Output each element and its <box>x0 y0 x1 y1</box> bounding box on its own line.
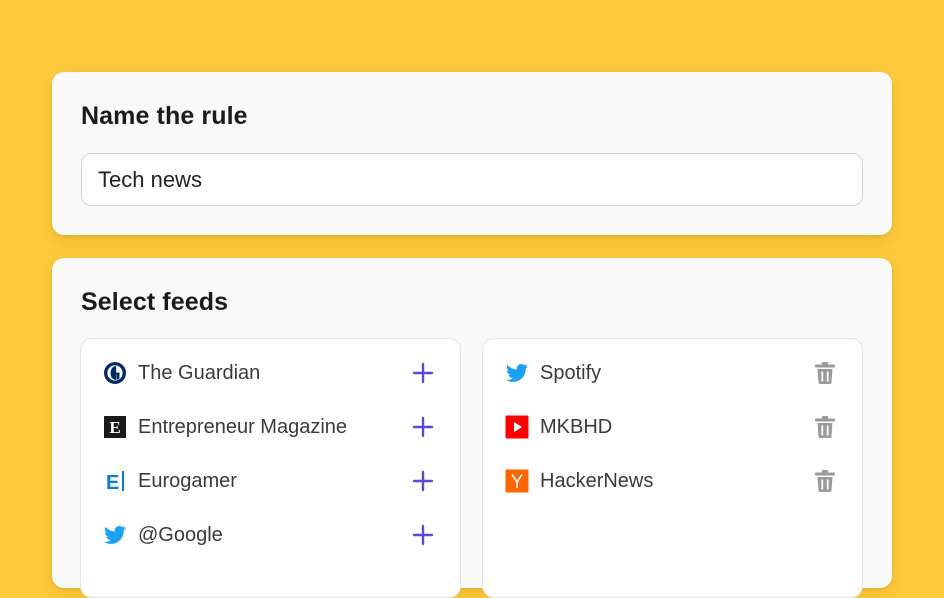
remove-feed-button[interactable] <box>812 468 838 494</box>
feed-label: @Google <box>138 523 223 546</box>
remove-feed-button[interactable] <box>812 414 838 440</box>
plus-icon <box>412 470 434 492</box>
trash-icon <box>815 362 835 384</box>
available-feed-item: E Entrepreneur Magazine <box>81 407 460 447</box>
feed-label: Spotify <box>540 361 602 384</box>
plus-icon <box>412 362 434 384</box>
selected-feed-item: Spotify <box>483 353 862 393</box>
rule-name-input[interactable] <box>81 153 863 206</box>
plus-icon <box>412 524 434 546</box>
feed-label: The Guardian <box>138 361 261 384</box>
eurogamer-icon: E <box>103 469 127 493</box>
select-feeds-title: Select feeds <box>81 288 229 316</box>
selected-feed-item: MKBHD <box>483 407 862 447</box>
select-feeds-card: Select feeds The Guardian E Entrepreneur… <box>52 258 892 598</box>
feed-label: Eurogamer <box>138 469 237 492</box>
name-rule-title: Name the rule <box>81 102 248 130</box>
selected-feeds-panel: Spotify MKBHD HackerNews <box>482 338 863 598</box>
feed-label: HackerNews <box>540 469 654 492</box>
add-feed-button[interactable] <box>410 522 436 548</box>
twitter-icon <box>103 523 127 547</box>
feed-label: Entrepreneur Magazine <box>138 415 348 438</box>
guardian-icon <box>103 361 127 385</box>
plus-icon <box>412 416 434 438</box>
svg-text:E: E <box>109 418 120 437</box>
hackernews-icon <box>505 469 529 493</box>
twitter-icon <box>505 361 529 385</box>
trash-icon <box>815 416 835 438</box>
add-feed-button[interactable] <box>410 414 436 440</box>
name-rule-card: Name the rule <box>52 72 892 235</box>
trash-icon <box>815 470 835 492</box>
available-feed-item: @Google <box>81 515 460 555</box>
youtube-icon <box>505 415 529 439</box>
entrepreneur-icon: E <box>103 415 127 439</box>
available-feeds-panel: The Guardian E Entrepreneur Magazine E E… <box>80 338 461 598</box>
add-feed-button[interactable] <box>410 468 436 494</box>
add-feed-button[interactable] <box>410 360 436 386</box>
available-feed-item: The Guardian <box>81 353 460 393</box>
svg-text:E: E <box>106 472 119 493</box>
feed-label: MKBHD <box>540 415 613 438</box>
available-feed-item: E Eurogamer <box>81 461 460 501</box>
selected-feed-item: HackerNews <box>483 461 862 501</box>
remove-feed-button[interactable] <box>812 360 838 386</box>
